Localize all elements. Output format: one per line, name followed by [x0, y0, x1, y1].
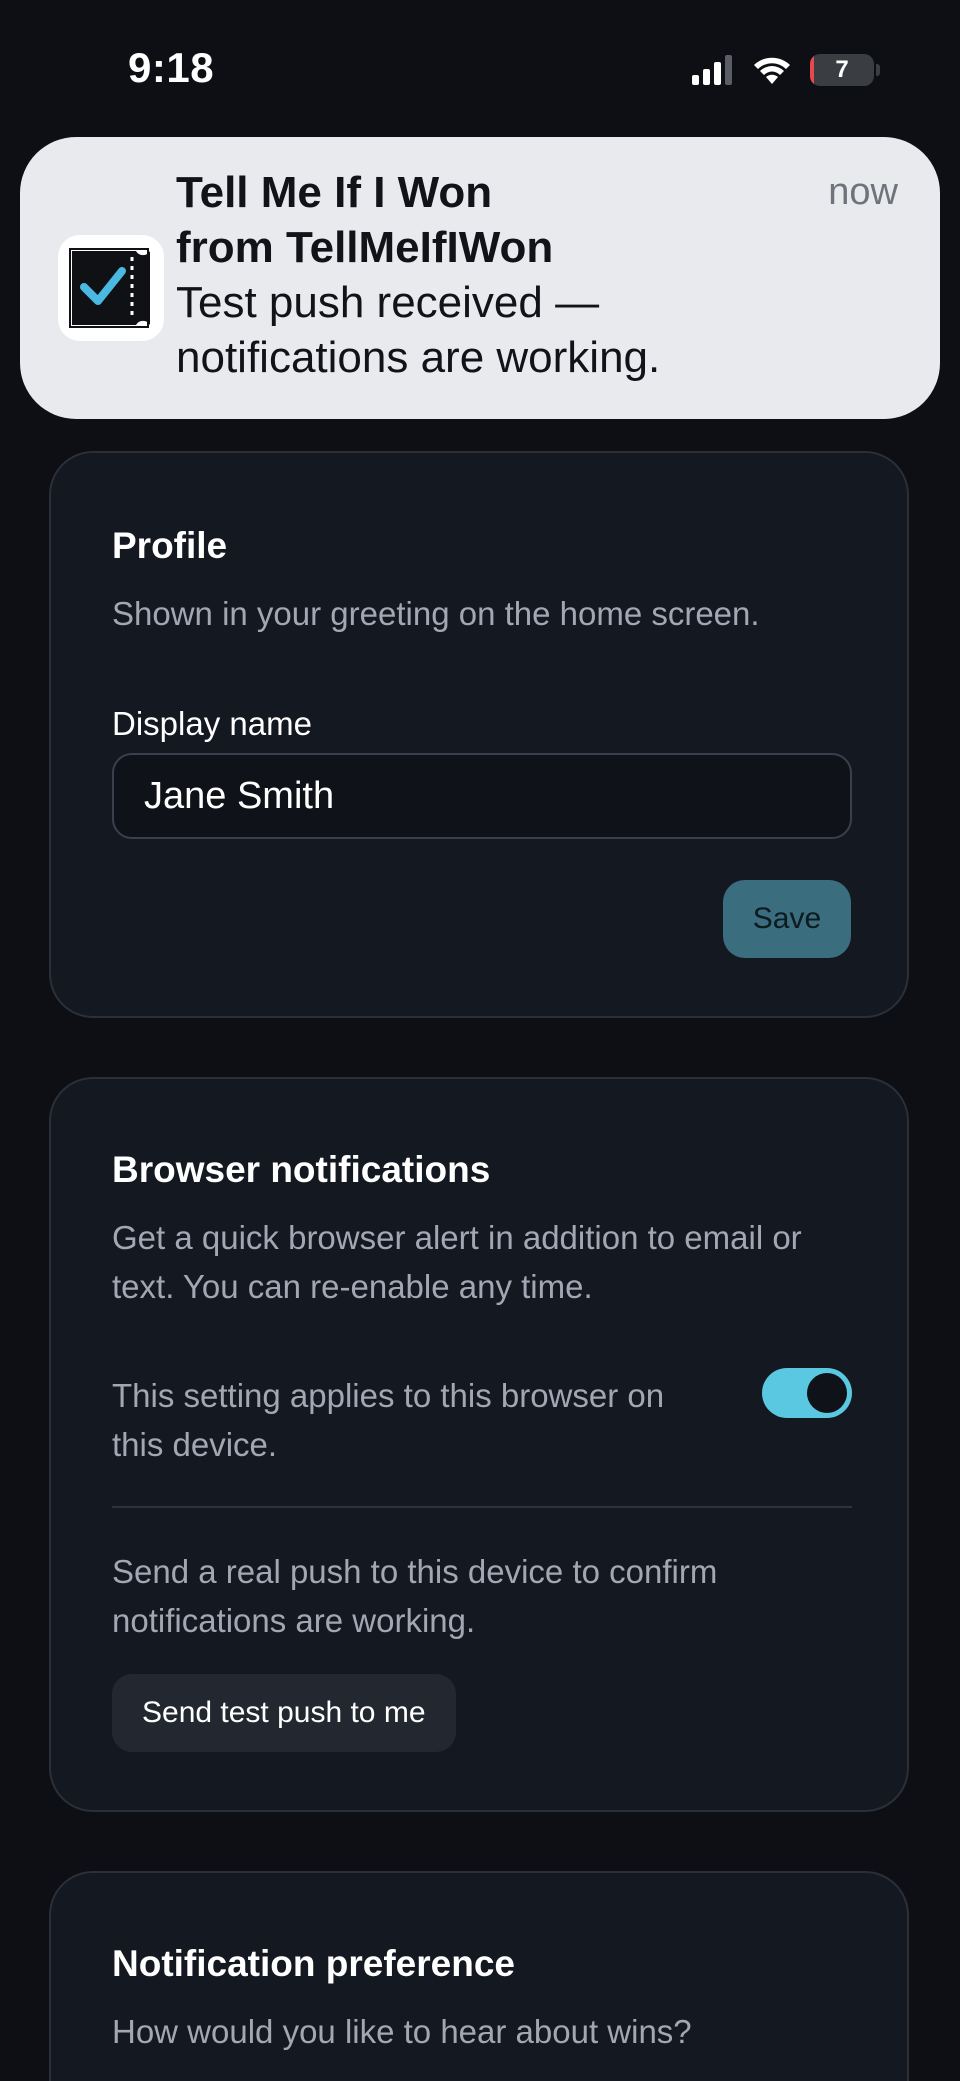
- test-push-description: Send a real push to this device to confi…: [112, 1553, 718, 1639]
- save-button[interactable]: Save: [723, 880, 851, 958]
- send-test-push-button[interactable]: Send test push to me: [112, 1674, 456, 1752]
- notification-preference-card: Notification preference How would you li…: [49, 1871, 909, 2081]
- status-time: 9:18: [128, 44, 215, 91]
- battery-fill: [810, 54, 815, 86]
- cellular-signal-icon: [692, 55, 732, 85]
- wifi-icon: [754, 57, 790, 84]
- toggle-knob: [807, 1373, 847, 1413]
- settings-screen: 9:18 7 Tell Me If I Won from TellMeIfIWo…: [0, 0, 960, 2081]
- browser-notifications-toggle[interactable]: [762, 1368, 852, 1418]
- battery-level: 7: [835, 56, 849, 83]
- ticket-check-icon: [58, 235, 164, 341]
- banner-body-line2: notifications are working.: [176, 333, 661, 382]
- push-notification-banner[interactable]: Tell Me If I Won from TellMeIfIWon Test …: [20, 137, 940, 419]
- notification-preference-description: How would you like to hear about wins?: [112, 2013, 692, 2050]
- battery-indicator: 7: [810, 54, 874, 86]
- banner-title-line1: Tell Me If I Won: [176, 168, 493, 217]
- notification-preference-title: Notification preference: [112, 1943, 515, 1984]
- browser-notifications-card: Browser notifications Get a quick browse…: [49, 1077, 909, 1812]
- display-name-input[interactable]: [112, 753, 852, 839]
- app-logo: [69, 248, 150, 328]
- banner-content: Tell Me If I Won from TellMeIfIWon Test …: [176, 165, 736, 385]
- battery-cap: [876, 64, 880, 76]
- browser-notifications-title: Browser notifications: [112, 1149, 491, 1190]
- display-name-label: Display name: [112, 705, 312, 742]
- status-icons: 7: [692, 52, 880, 88]
- banner-body-line1: Test push received —: [176, 278, 600, 327]
- browser-setting-text: This setting applies to this browser on …: [112, 1377, 665, 1463]
- battery-icon: 7: [810, 54, 880, 86]
- browser-notifications-description: Get a quick browser alert in addition to…: [112, 1219, 802, 1305]
- profile-title: Profile: [112, 525, 228, 566]
- profile-description: Shown in your greeting on the home scree…: [112, 595, 760, 632]
- banner-time: now: [828, 171, 898, 213]
- banner-title-line2: from TellMeIfIWon: [176, 223, 554, 272]
- status-bar: 9:18 7: [0, 0, 960, 130]
- divider: [112, 1506, 852, 1508]
- profile-card: Profile Shown in your greeting on the ho…: [49, 451, 909, 1018]
